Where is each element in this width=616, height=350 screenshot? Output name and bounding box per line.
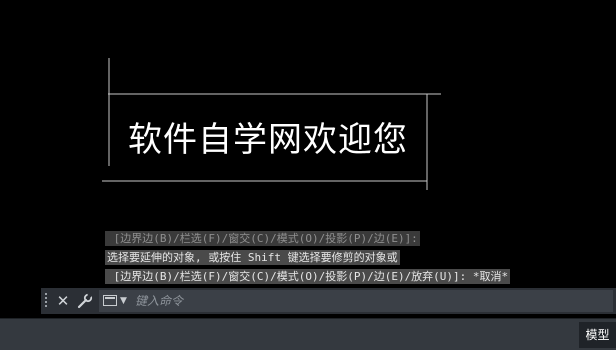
history-line: 选择要延伸的对象, 或按住 Shift 键选择要修剪的对象或 — [105, 250, 400, 265]
history-line: [边界边(B)/栏选(F)/窗交(C)/模式(O)/投影(P)/边(E)/放弃(… — [105, 269, 511, 284]
command-line-bar: ✕ ▼ 键入命令 — [41, 288, 616, 314]
tab-model[interactable]: 模型 — [579, 322, 616, 348]
drag-handle[interactable] — [45, 293, 51, 309]
chevron-down-icon[interactable]: ▼ — [120, 294, 127, 308]
command-placeholder: 键入命令 — [135, 294, 184, 308]
drawing-mtext[interactable]: 软件自学网欢迎您 — [128, 119, 408, 161]
wrench-icon[interactable] — [76, 291, 94, 311]
history-line: [边界边(B)/栏选(F)/窗交(C)/模式(O)/投影(P)/边(E)]: — [105, 231, 420, 246]
command-prompt-icon[interactable] — [103, 295, 117, 306]
status-bar: 模型 — [0, 318, 616, 350]
command-input[interactable]: ▼ 键入命令 — [99, 290, 613, 312]
close-icon[interactable]: ✕ — [54, 291, 72, 311]
